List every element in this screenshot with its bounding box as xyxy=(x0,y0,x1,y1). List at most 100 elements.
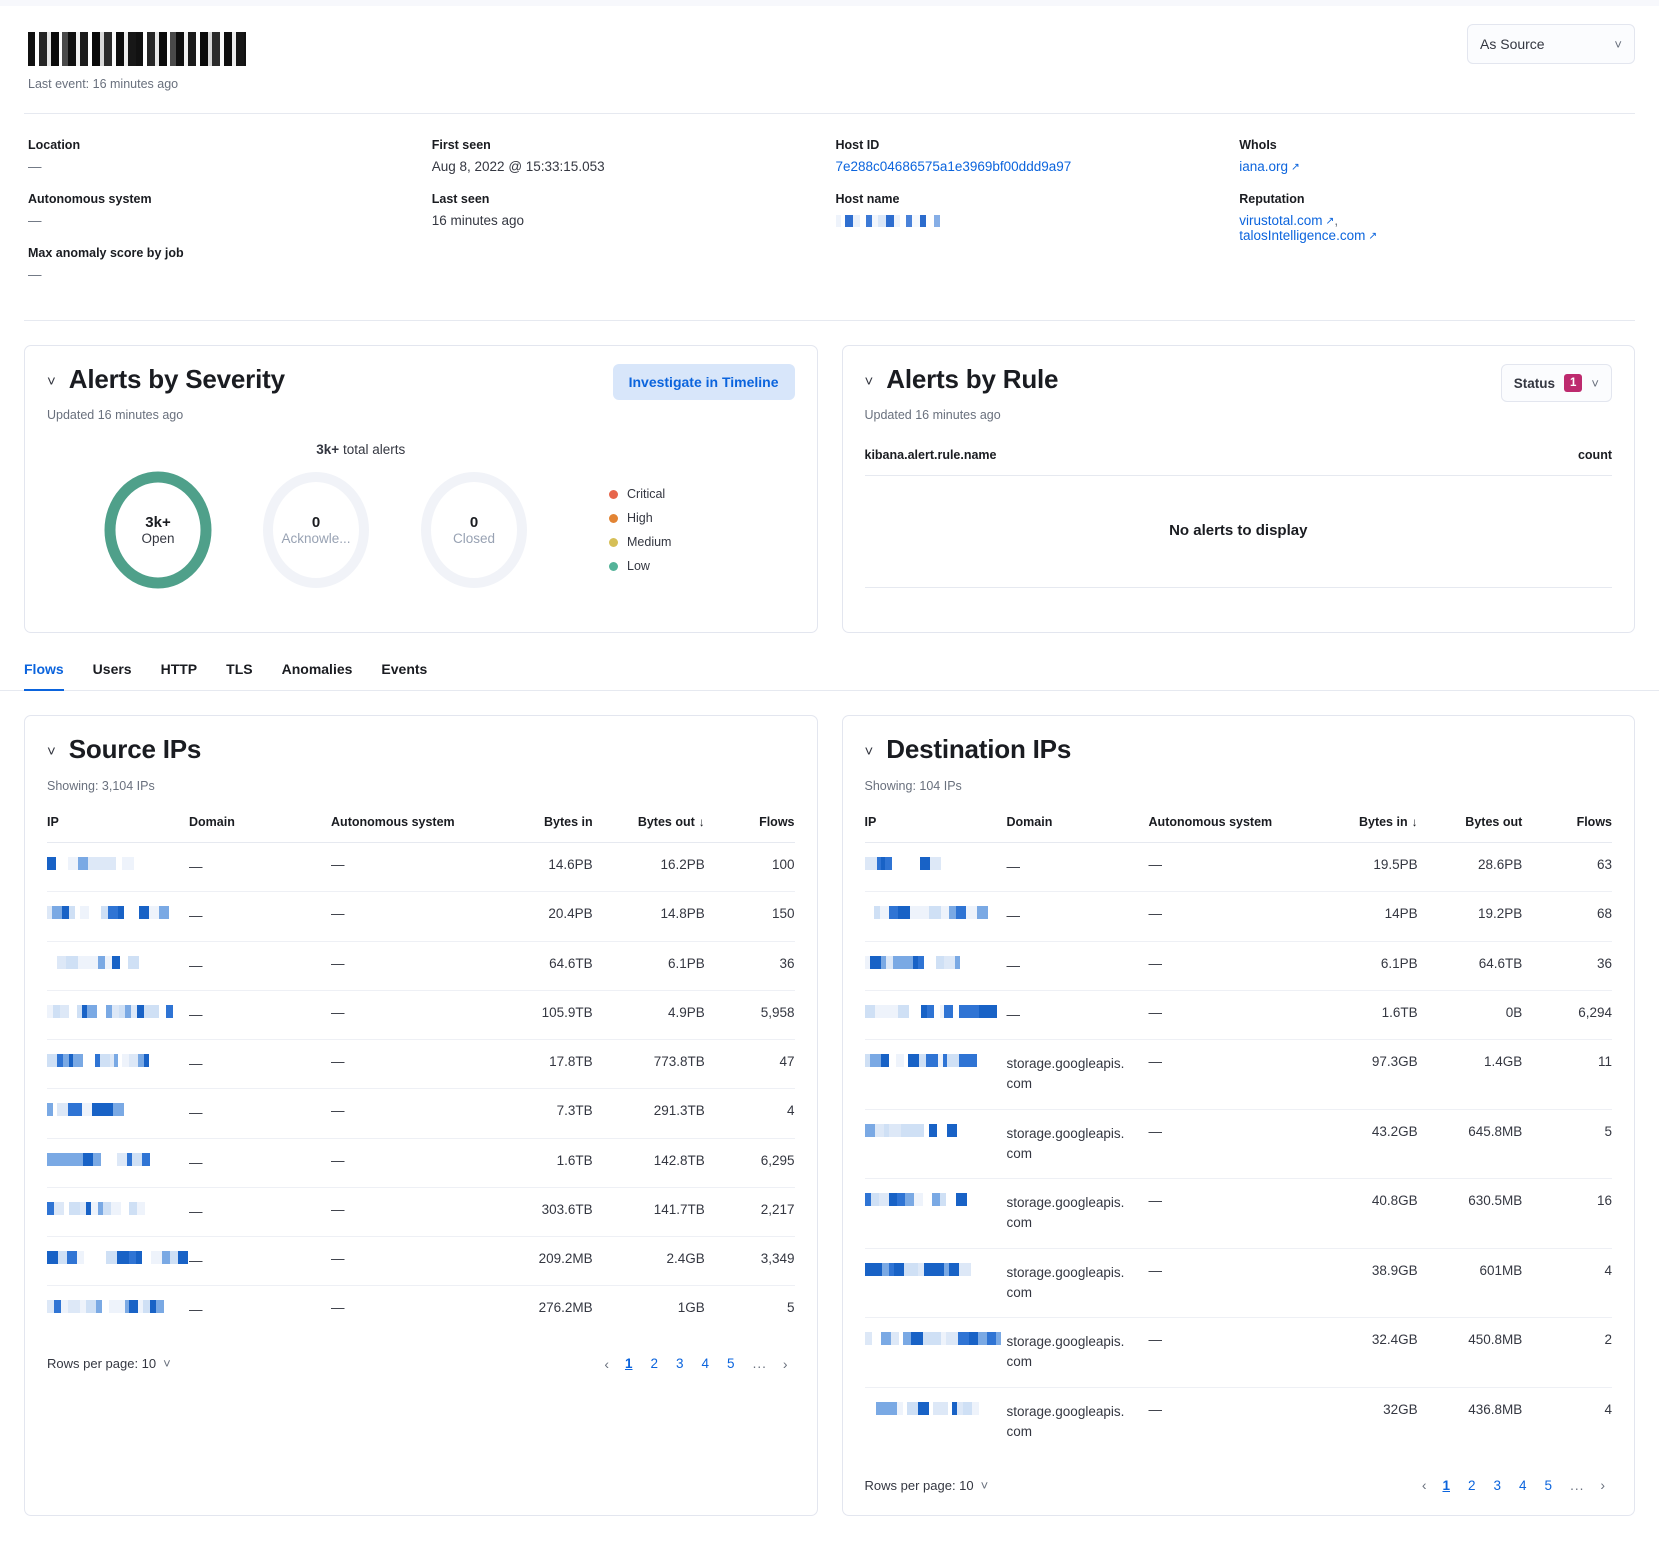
donut-open[interactable]: 3k+ Open xyxy=(99,471,217,589)
tab-http[interactable]: HTTP xyxy=(161,661,198,691)
table-row[interactable]: ——6.1PB64.6TB36 xyxy=(865,941,1613,990)
legend-item-critical[interactable]: Critical xyxy=(609,487,671,501)
pagination-page-3[interactable]: 3 xyxy=(1485,1474,1511,1497)
flow-target-select[interactable]: As Source ˅ xyxy=(1467,24,1635,64)
src-autonomous-system-cell: — xyxy=(331,1187,495,1236)
table-row[interactable]: storage.googleapis.com—32GB436.8MB4 xyxy=(865,1387,1613,1456)
table-row[interactable]: storage.googleapis.com—38.9GB601MB4 xyxy=(865,1248,1613,1318)
src-ip-cell[interactable] xyxy=(47,843,189,892)
pagination-page-5[interactable]: 5 xyxy=(1536,1474,1562,1497)
table-row[interactable]: ——64.6TB6.1PB36 xyxy=(47,941,795,990)
dst-ip-cell[interactable] xyxy=(865,1387,1007,1456)
pagination-page-5[interactable]: 5 xyxy=(718,1352,744,1375)
tab-events[interactable]: Events xyxy=(381,661,427,691)
tab-anomalies[interactable]: Anomalies xyxy=(282,661,353,691)
src-ip-cell[interactable] xyxy=(47,1237,189,1286)
column-header-ip[interactable]: IP xyxy=(47,815,189,843)
legend-item-high[interactable]: High xyxy=(609,511,671,525)
dst-ip-cell[interactable] xyxy=(865,941,1007,990)
dst-ip-cell[interactable] xyxy=(865,1040,1007,1110)
reputation-link-virustotal[interactable]: virustotal.com xyxy=(1239,213,1322,228)
dst-ip-cell[interactable] xyxy=(865,1318,1007,1388)
reputation-link-talos[interactable]: talosIntelligence.com xyxy=(1239,228,1365,243)
pagination-prev-button[interactable]: ‹ xyxy=(597,1352,616,1376)
column-header-bytes-in[interactable]: Bytes in xyxy=(495,815,592,843)
table-row[interactable]: storage.googleapis.com—97.3GB1.4GB11 xyxy=(865,1040,1613,1110)
rows-per-page-selector[interactable]: Rows per page: 10 ˅ xyxy=(47,1356,171,1371)
table-row[interactable]: ——17.8TB773.8TB47 xyxy=(47,1040,795,1089)
table-row[interactable]: ——276.2MB1GB5 xyxy=(47,1286,795,1335)
host-id-link[interactable]: 7e288c04686575a1e3969bf00ddd9a97 xyxy=(836,159,1072,174)
whois-link[interactable]: iana.org xyxy=(1239,159,1288,174)
column-header-flows[interactable]: Flows xyxy=(1522,815,1612,843)
table-row[interactable]: ——7.3TB291.3TB4 xyxy=(47,1089,795,1138)
table-row[interactable]: ——209.2MB2.4GB3,349 xyxy=(47,1237,795,1286)
column-header-bytes-out[interactable]: Bytes out↓ xyxy=(593,815,705,843)
src-ip-cell[interactable] xyxy=(47,1089,189,1138)
column-header-autonomous-system[interactable]: Autonomous system xyxy=(331,815,495,843)
dst-ip-cell[interactable] xyxy=(865,1248,1007,1318)
tab-flows[interactable]: Flows xyxy=(24,661,64,691)
collapse-caret-icon[interactable]: ˅ xyxy=(47,744,56,759)
column-header-rule-name[interactable]: kibana.alert.rule.name xyxy=(865,448,997,462)
pagination-page-1[interactable]: 1 xyxy=(1433,1474,1459,1497)
table-row[interactable]: ——303.6TB141.7TB2,217 xyxy=(47,1187,795,1236)
column-header-bytes-out[interactable]: Bytes out xyxy=(1418,815,1523,843)
src-ip-cell[interactable] xyxy=(47,990,189,1039)
column-header-domain[interactable]: Domain xyxy=(1007,815,1149,843)
pagination-next-button[interactable]: › xyxy=(776,1352,795,1376)
src-ip-cell[interactable] xyxy=(47,1286,189,1335)
column-header-ip[interactable]: IP xyxy=(865,815,1007,843)
rows-per-page-selector[interactable]: Rows per page: 10 ˅ xyxy=(865,1478,989,1493)
column-header-domain[interactable]: Domain xyxy=(189,815,331,843)
pagination-prev-button[interactable]: ‹ xyxy=(1415,1473,1434,1497)
pagination-page-1[interactable]: 1 xyxy=(616,1352,642,1375)
tab-tls[interactable]: TLS xyxy=(226,661,252,691)
src-ip-cell[interactable] xyxy=(47,1138,189,1187)
src-ip-cell[interactable] xyxy=(47,941,189,990)
src-ip-cell[interactable] xyxy=(47,892,189,941)
dst-ip-cell[interactable] xyxy=(865,843,1007,892)
legend-item-low[interactable]: Low xyxy=(609,559,671,573)
column-header-flows[interactable]: Flows xyxy=(705,815,795,843)
src-ip-cell[interactable] xyxy=(47,1187,189,1236)
dst-ip-cell[interactable] xyxy=(865,1179,1007,1249)
pagination-page-2[interactable]: 2 xyxy=(1459,1474,1485,1497)
table-row[interactable]: ——1.6TB0B6,294 xyxy=(865,990,1613,1039)
src-flows-cell: 4 xyxy=(705,1089,795,1138)
table-row[interactable]: storage.googleapis.com—32.4GB450.8MB2 xyxy=(865,1318,1613,1388)
table-row[interactable]: ——14PB19.2PB68 xyxy=(865,892,1613,941)
ip-redacted xyxy=(865,906,1007,919)
column-header-bytes-in[interactable]: Bytes in↓ xyxy=(1313,815,1418,843)
tab-users[interactable]: Users xyxy=(93,661,132,691)
pagination-page-3[interactable]: 3 xyxy=(667,1352,693,1375)
pagination-page-2[interactable]: 2 xyxy=(642,1352,668,1375)
column-header-count[interactable]: count xyxy=(1578,448,1612,462)
table-row[interactable]: storage.googleapis.com—43.2GB645.8MB5 xyxy=(865,1109,1613,1179)
column-header-autonomous-system[interactable]: Autonomous system xyxy=(1149,815,1313,843)
dst-bytes-out-cell: 436.8MB xyxy=(1418,1387,1523,1456)
legend-item-medium[interactable]: Medium xyxy=(609,535,671,549)
collapse-caret-icon[interactable]: ˅ xyxy=(865,374,874,389)
table-row[interactable]: ——19.5PB28.6PB63 xyxy=(865,843,1613,892)
src-ip-cell[interactable] xyxy=(47,1040,189,1089)
src-flows-cell: 47 xyxy=(705,1040,795,1089)
donut-closed[interactable]: 0 Closed xyxy=(415,471,533,589)
pagination-next-button[interactable]: › xyxy=(1593,1473,1612,1497)
table-row[interactable]: ——20.4PB14.8PB150 xyxy=(47,892,795,941)
pagination-page-4[interactable]: 4 xyxy=(1510,1474,1536,1497)
investigate-in-timeline-button[interactable]: Investigate in Timeline xyxy=(613,364,795,400)
table-row[interactable]: ——14.6PB16.2PB100 xyxy=(47,843,795,892)
status-filter-button[interactable]: Status 1 ˅ xyxy=(1501,364,1612,402)
pagination-page-4[interactable]: 4 xyxy=(693,1352,719,1375)
table-row[interactable]: ——1.6TB142.8TB6,295 xyxy=(47,1138,795,1187)
dst-ip-cell[interactable] xyxy=(865,892,1007,941)
table-row[interactable]: storage.googleapis.com—40.8GB630.5MB16 xyxy=(865,1179,1613,1249)
collapse-caret-icon[interactable]: ˅ xyxy=(47,374,56,389)
dst-ip-cell[interactable] xyxy=(865,1109,1007,1179)
donut-acknowledged[interactable]: 0 Acknowle... xyxy=(257,471,375,589)
table-row[interactable]: ——105.9TB4.9PB5,958 xyxy=(47,990,795,1039)
dst-ip-cell[interactable] xyxy=(865,990,1007,1039)
collapse-caret-icon[interactable]: ˅ xyxy=(865,744,874,759)
dst-flows-cell: 4 xyxy=(1522,1387,1612,1456)
